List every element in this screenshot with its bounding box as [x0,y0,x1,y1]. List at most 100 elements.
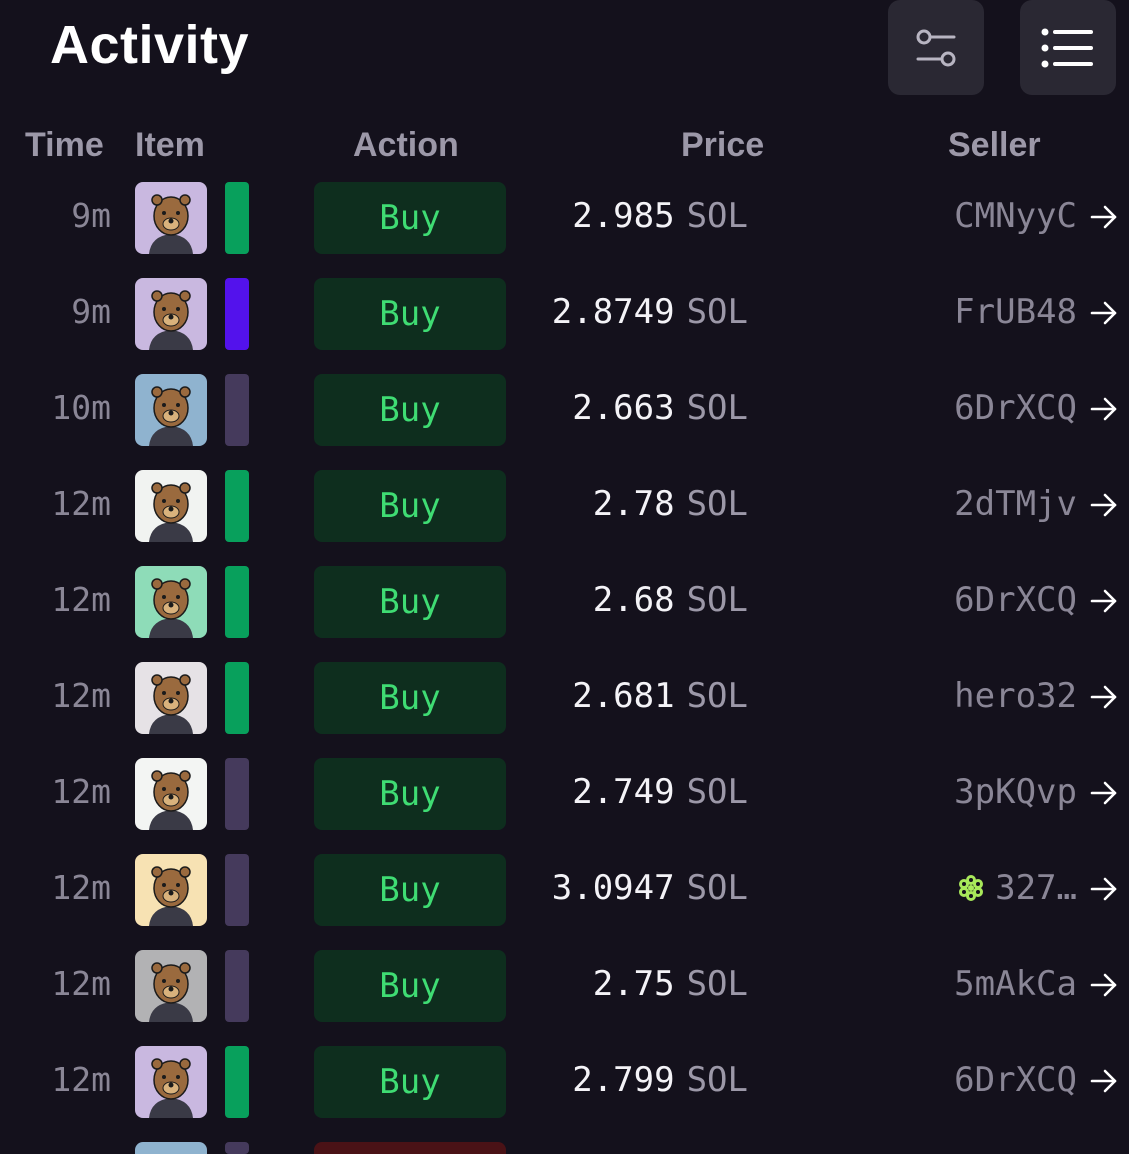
column-header-action[interactable]: Action [353,126,459,165]
item-thumbnail[interactable] [135,758,207,830]
seller-link[interactable]: hero32 [954,676,1077,716]
buy-button[interactable]: Buy [314,1046,506,1118]
item-thumbnail[interactable] [135,662,207,734]
table-row-partial[interactable] [0,1142,1129,1154]
item-thumbnail[interactable] [135,278,207,350]
seller-link[interactable]: CMNyyC [954,196,1077,236]
list-view-button[interactable] [1020,0,1116,95]
row-time: 12m [51,676,111,715]
row-price: 2.8749 SOL [552,292,748,332]
table-row[interactable]: 12m Buy 2.75 SOL 5mAkCa [0,950,1129,1046]
rarity-indicator [225,1046,249,1118]
seller-name[interactable]: FrUB48 [954,292,1077,332]
arrow-right-icon[interactable] [1089,586,1119,616]
seller-link[interactable]: 5mAkCa [954,964,1077,1004]
arrow-right-icon[interactable] [1089,682,1119,712]
price-value: 2.68 [592,580,675,620]
row-price: 2.749 SOL [572,772,748,812]
item-thumbnail[interactable] [135,1142,207,1154]
seller-link[interactable]: 6DrXCQ [954,1060,1077,1100]
bear-avatar-icon [135,182,207,254]
price-value: 2.663 [572,388,675,428]
rarity-indicator [225,470,249,542]
bear-avatar-icon [135,1046,207,1118]
buy-button[interactable]: Buy [314,662,506,734]
table-row[interactable]: 9m Buy 2.8749 SOL FrUB48 [0,278,1129,374]
seller-link[interactable]: 327… [957,868,1077,908]
rarity-indicator [225,374,249,446]
rarity-indicator [225,278,249,350]
bear-avatar-icon [135,566,207,638]
seller-link[interactable]: 6DrXCQ [954,580,1077,620]
list-view-icon [1041,28,1093,67]
table-row[interactable]: 12m Buy 2.681 SOL hero32 [0,662,1129,758]
item-thumbnail[interactable] [135,950,207,1022]
seller-link[interactable]: 2dTMjv [954,484,1077,524]
item-thumbnail[interactable] [135,566,207,638]
seller-link[interactable]: 6DrXCQ [954,388,1077,428]
arrow-right-icon[interactable] [1089,394,1119,424]
buy-button[interactable]: Buy [314,374,506,446]
buy-button[interactable]: Buy [314,854,506,926]
price-currency: SOL [686,964,748,1004]
rarity-indicator [225,950,249,1022]
table-row[interactable]: 12m Buy 2.749 SOL 3pKQvp [0,758,1129,854]
row-price: 2.75 SOL [593,964,748,1004]
item-thumbnail[interactable] [135,1046,207,1118]
row-time: 9m [71,292,111,331]
buy-button[interactable]: Buy [314,566,506,638]
filter-button[interactable] [888,0,984,95]
bear-avatar-icon [135,662,207,734]
seller-name[interactable]: 327… [995,868,1077,908]
action-button[interactable] [314,1142,506,1154]
row-price: 2.681 SOL [572,676,748,716]
seller-link[interactable]: FrUB48 [954,292,1077,332]
item-thumbnail[interactable] [135,854,207,926]
item-thumbnail[interactable] [135,470,207,542]
row-time: 12m [51,1060,111,1099]
item-thumbnail[interactable] [135,374,207,446]
arrow-right-icon[interactable] [1089,298,1119,328]
seller-name[interactable]: 6DrXCQ [954,388,1077,428]
buy-button[interactable]: Buy [314,470,506,542]
seller-name[interactable]: 3pKQvp [954,772,1077,812]
table-row[interactable]: 12m Buy 2.68 SOL 6DrXCQ [0,566,1129,662]
arrow-right-icon[interactable] [1089,1066,1119,1096]
buy-button[interactable]: Buy [314,758,506,830]
bear-avatar-icon [135,854,207,926]
price-currency: SOL [686,1060,748,1100]
column-header-seller[interactable]: Seller [948,126,1041,165]
seller-link[interactable]: 3pKQvp [954,772,1077,812]
seller-name[interactable]: 6DrXCQ [954,1060,1077,1100]
row-time: 12m [51,580,111,619]
table-row[interactable]: 12m Buy 3.0947 SOL 327… [0,854,1129,950]
arrow-right-icon[interactable] [1089,874,1119,904]
seller-name[interactable]: 6DrXCQ [954,580,1077,620]
row-price: 2.799 SOL [572,1060,748,1100]
rarity-indicator [225,854,249,926]
buy-button[interactable]: Buy [314,950,506,1022]
row-time: 12m [51,964,111,1003]
seller-name[interactable]: 2dTMjv [954,484,1077,524]
column-header-price[interactable]: Price [681,126,764,165]
seller-name[interactable]: hero32 [954,676,1077,716]
table-row[interactable]: 12m Buy 2.78 SOL 2dTMjv [0,470,1129,566]
seller-name[interactable]: 5mAkCa [954,964,1077,1004]
column-header-item[interactable]: Item [135,126,205,165]
rarity-indicator [225,662,249,734]
price-value: 2.75 [592,964,675,1004]
table-row[interactable]: 10m Buy 2.663 SOL 6DrXCQ [0,374,1129,470]
table-row[interactable]: 9m Buy 2.985 SOL CMNyyC [0,182,1129,278]
price-currency: SOL [686,196,748,236]
arrow-right-icon[interactable] [1089,778,1119,808]
arrow-right-icon[interactable] [1089,490,1119,520]
seller-name[interactable]: CMNyyC [954,196,1077,236]
buy-button[interactable]: Buy [314,278,506,350]
page-title: Activity [50,15,250,75]
arrow-right-icon[interactable] [1089,202,1119,232]
arrow-right-icon[interactable] [1089,970,1119,1000]
table-row[interactable]: 12m Buy 2.799 SOL 6DrXCQ [0,1046,1129,1142]
item-thumbnail[interactable] [135,182,207,254]
buy-button[interactable]: Buy [314,182,506,254]
column-header-time[interactable]: Time [25,126,104,165]
